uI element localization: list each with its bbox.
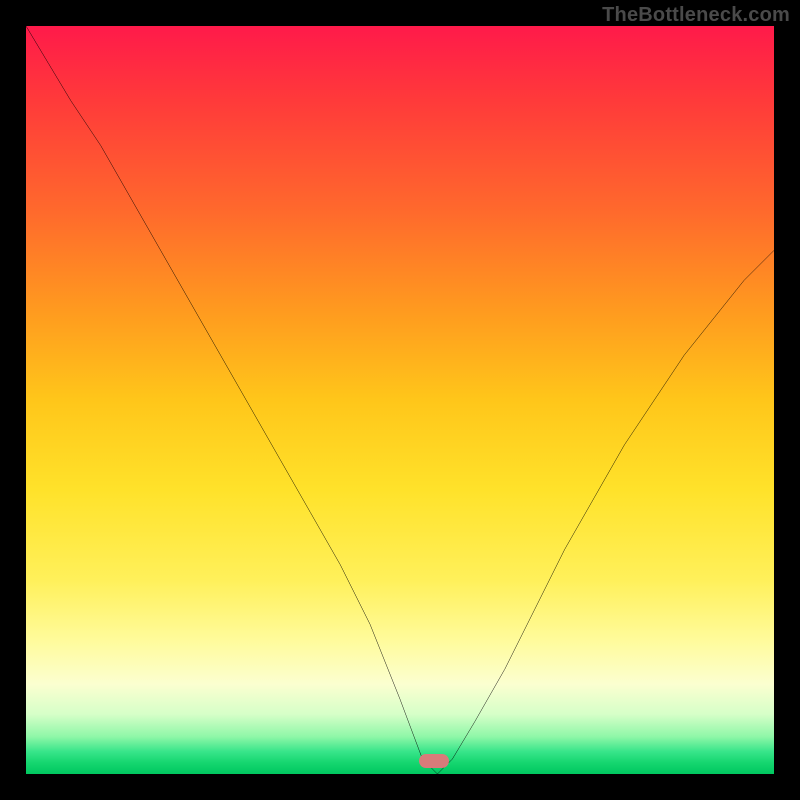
watermark-text: TheBottleneck.com — [602, 4, 790, 27]
plot-area — [26, 26, 774, 774]
chart-frame: TheBottleneck.com — [0, 0, 800, 800]
bottleneck-marker — [419, 754, 449, 768]
bottleneck-curve — [26, 26, 774, 774]
